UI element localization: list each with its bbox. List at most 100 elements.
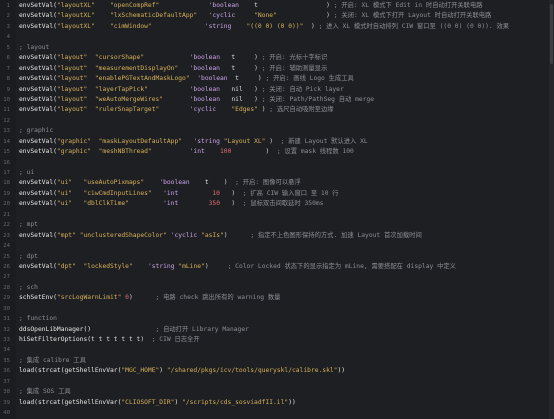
vertical-scrollbar[interactable] bbox=[549, 0, 554, 419]
line-number: 37 bbox=[3, 378, 10, 385]
code-line[interactable]: 34 bbox=[0, 345, 554, 355]
code-line[interactable]: 18 envSetVal("ui" "useAutoPixmaps" 'boole… bbox=[0, 178, 554, 188]
code-line[interactable]: 29 schSetEnv("srcLogWarnLimit" 0) ; 电路 ch… bbox=[0, 293, 554, 303]
code-token: envSetVal( bbox=[19, 64, 57, 72]
code-line[interactable]: 3 envSetVal("layoutXL" "cimWindow" 'strin… bbox=[0, 22, 554, 32]
code-line[interactable]: 32 ddsOpenLibManager() ; 自动打开 Library Man… bbox=[0, 325, 554, 335]
code-token: "/shared/pkgs/icv/tools/queryskl/calibre… bbox=[166, 367, 338, 375]
code-line[interactable]: 19 envSetVal("ui" "ciwCmdInputLines" 'int… bbox=[0, 189, 554, 199]
code-editor[interactable]: 1 envSetVal("layoutXL" "openCompRef" 'boo… bbox=[0, 0, 554, 419]
code-token: ; 关闭: Path/PathSeg 自动 merge bbox=[261, 95, 375, 103]
code-token: "unclusteredShapeColor" bbox=[79, 231, 167, 239]
code-line[interactable]: 36 load(strcat(getShellEnvVar("MGC_HOME")… bbox=[0, 366, 554, 376]
code-token: ; 新建 Layout 默认进入 XL bbox=[280, 137, 368, 145]
code-token: nil bbox=[231, 85, 243, 93]
code-token: ; 自动打开 Library Manager bbox=[155, 325, 249, 333]
code-token: envSetVal( bbox=[19, 179, 57, 187]
code-token: "weAutoMergeWires" bbox=[94, 95, 164, 103]
code-token: "lxSchematicDefaultApp" bbox=[110, 12, 198, 20]
code-line[interactable]: 20 envSetVal("ui" "dblClkTime" 'int 350 )… bbox=[0, 199, 554, 209]
code-token: envSetVal( bbox=[19, 137, 57, 145]
line-text: ; dpt bbox=[19, 252, 38, 262]
line-number: 28 bbox=[3, 284, 10, 291]
code-token: envSetVal( bbox=[19, 12, 57, 20]
code-token: ) bbox=[223, 231, 251, 239]
code-line[interactable]: 10 envSetVal("layout" "weAutoMergeWires" … bbox=[0, 95, 554, 105]
code-token: "ciwCmdInputLines" bbox=[83, 189, 152, 197]
code-line[interactable]: 25 ; dpt bbox=[0, 252, 554, 262]
code-token: envSetVal( bbox=[19, 106, 57, 114]
code-line[interactable]: 16 bbox=[0, 158, 554, 168]
code-line[interactable]: 9 envSetVal("layout" "layerTapPick" 'bool… bbox=[0, 85, 554, 95]
line-number: 26 bbox=[3, 263, 10, 270]
line-text: ; ui bbox=[19, 168, 34, 178]
code-line[interactable]: 12 bbox=[0, 116, 554, 126]
code-token: 'boolean bbox=[189, 85, 220, 93]
code-line[interactable]: 4 bbox=[0, 32, 554, 42]
code-token: 'cyclic bbox=[189, 106, 217, 114]
code-token: nil bbox=[231, 95, 243, 103]
code-token: "MGC_HOME" bbox=[121, 367, 160, 375]
code-line[interactable]: 33 hiSetFilterOptions(t t t t t t t) ; CI… bbox=[0, 335, 554, 345]
code-token: "graphic" bbox=[56, 137, 92, 145]
code-line[interactable]: 24 bbox=[0, 241, 554, 251]
code-line[interactable]: 11 envSetVal("layout" "rulerSnapTarget" '… bbox=[0, 105, 554, 115]
code-line[interactable]: 2 envSetVal("layoutXL" "lxSchematicDefaul… bbox=[0, 11, 554, 21]
code-line[interactable]: 14 envSetVal("graphic" "maskLayoutDefault… bbox=[0, 137, 554, 147]
code-line[interactable]: 27 bbox=[0, 272, 554, 282]
code-token: 'string bbox=[147, 262, 175, 270]
code-line[interactable]: 7 envSetVal("layout" "measurementDisplayO… bbox=[0, 64, 554, 74]
line-number: 9 bbox=[6, 86, 10, 93]
code-line[interactable]: 38 ; 集成 SOS 工具 bbox=[0, 387, 554, 397]
code-token: "None" bbox=[254, 12, 277, 20]
code-token: envSetVal( bbox=[19, 85, 57, 93]
code-line[interactable]: 22 ; mpt bbox=[0, 220, 554, 230]
code-token: 'string bbox=[193, 137, 220, 145]
code-token: "maskLayoutDefaultApp" bbox=[98, 137, 183, 145]
code-line[interactable]: 35 ; 集成 calibre 工具 bbox=[0, 356, 554, 366]
code-line[interactable]: 15 envSetVal("graphic" "meshNBThread" 'in… bbox=[0, 147, 554, 157]
code-token: envSetVal( bbox=[19, 262, 57, 270]
code-token: load(strcat(getShellEnvVar( bbox=[19, 398, 122, 406]
code-token: ; 开启: 辅助测量显示 bbox=[261, 64, 328, 72]
code-token: 'int bbox=[163, 189, 179, 197]
code-line[interactable]: 21 bbox=[0, 210, 554, 220]
line-text: load(strcat(getShellEnvVar("CLIOSOFT_DIR… bbox=[19, 398, 296, 408]
code-line[interactable]: 6 envSetVal("layout" "cursorShape" 'boole… bbox=[0, 53, 554, 63]
code-line[interactable]: 23 envSetVal("mpt" "unclusteredShapeColor… bbox=[0, 231, 554, 241]
code-area[interactable]: 1 envSetVal("layoutXL" "openCompRef" 'boo… bbox=[0, 1, 554, 419]
scrollbar-thumb[interactable] bbox=[550, 4, 553, 64]
code-line[interactable]: 39 load(strcat(getShellEnvVar("CLIOSOFT_D… bbox=[0, 398, 554, 408]
line-number: 30 bbox=[3, 305, 10, 312]
code-token: ; layout bbox=[19, 43, 50, 51]
code-token: "srcLogWarnLimit" bbox=[56, 294, 122, 302]
code-token: envSetVal( bbox=[19, 148, 57, 156]
code-token: ) bbox=[128, 294, 156, 302]
code-line[interactable]: 30 bbox=[0, 304, 554, 314]
code-line[interactable]: 40 bbox=[0, 408, 554, 418]
code-line[interactable]: 5 ; layout bbox=[0, 43, 554, 53]
code-line[interactable]: 13 ; graphic bbox=[0, 126, 554, 136]
line-text: envSetVal("ui" "useAutoPixmaps" 'boolean… bbox=[19, 178, 301, 188]
code-line[interactable]: 8 envSetVal("layout" "enablePGTextAndMask… bbox=[0, 74, 554, 84]
code-token: "layoutXL" bbox=[56, 2, 95, 9]
line-number: 5 bbox=[6, 44, 10, 51]
code-token: "meshNBThread" bbox=[98, 148, 152, 156]
code-line[interactable]: 37 bbox=[0, 377, 554, 387]
code-line[interactable]: 28 ; sch bbox=[0, 283, 554, 293]
code-line[interactable]: 1 envSetVal("layoutXL" "openCompRef" 'boo… bbox=[0, 1, 554, 11]
code-line[interactable]: 17 ; ui bbox=[0, 168, 554, 178]
line-number: 15 bbox=[3, 149, 10, 156]
code-token: envSetVal( bbox=[19, 231, 57, 239]
code-line[interactable]: 26 envSetVal("dpt" "lockedStyle" 'string … bbox=[0, 262, 554, 272]
code-token: 'boolean bbox=[208, 2, 239, 9]
line-number: 23 bbox=[3, 232, 10, 239]
code-line[interactable]: 31 ; function bbox=[0, 314, 554, 324]
